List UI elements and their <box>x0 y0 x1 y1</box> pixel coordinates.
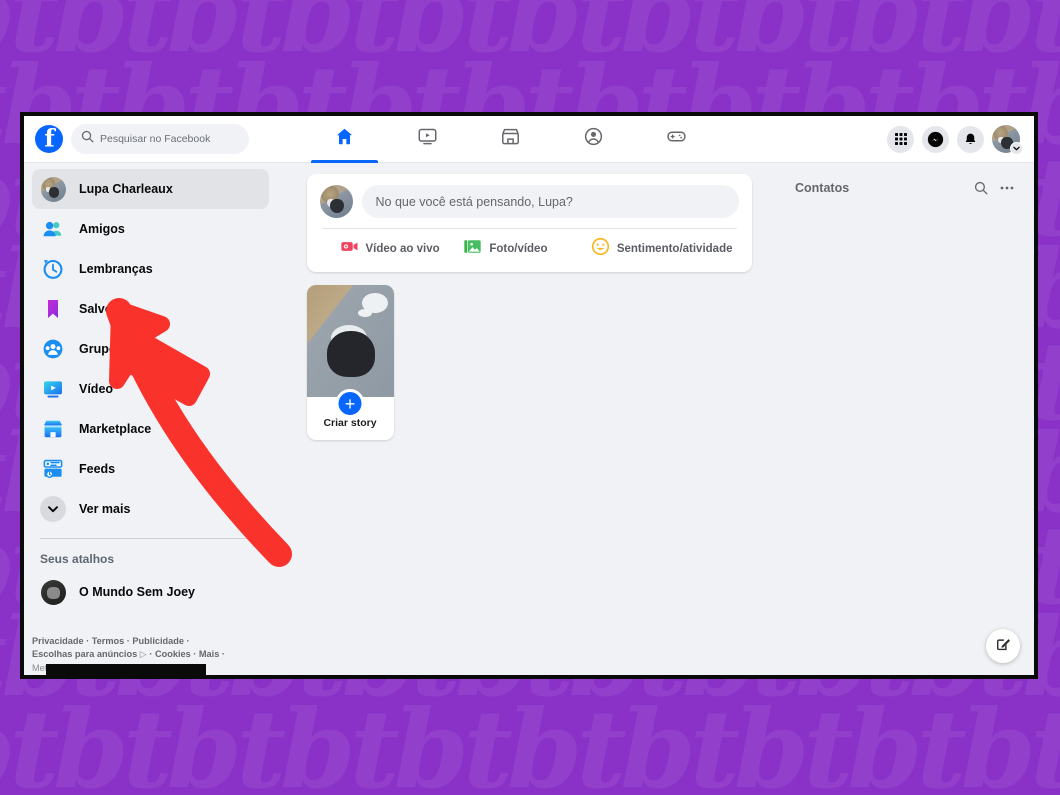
compose-icon <box>995 635 1012 657</box>
sidebar-item-friends[interactable]: Amigos <box>32 209 269 249</box>
app-content: Lupa Charleaux Amigos Lembranças Salvos … <box>24 163 1034 675</box>
footer-line-1-text: Privacidade · Termos · Publicidade · <box>32 635 190 646</box>
browser-window: Pesquisar no Facebook <box>20 112 1038 679</box>
tab-groups[interactable] <box>552 116 635 163</box>
search-icon[interactable] <box>968 175 994 201</box>
video-icon <box>417 126 438 152</box>
groups-icon <box>583 126 604 152</box>
cat-paw-shape <box>361 293 388 313</box>
photo-video-label: Foto/vídeo <box>489 243 548 255</box>
tab-video[interactable] <box>386 116 469 163</box>
composer-input[interactable]: No que você está pensando, Lupa? <box>361 185 739 218</box>
account-menu-button[interactable] <box>992 125 1023 155</box>
live-video-button[interactable]: Vídeo ao vivo <box>326 237 464 261</box>
footer-line-2-text: · Cookies · Mais · <box>149 649 225 660</box>
photo-video-icon <box>463 237 482 261</box>
tab-marketplace[interactable] <box>469 116 552 163</box>
sidebar-item-memories[interactable]: Lembranças <box>32 249 269 289</box>
avatar[interactable] <box>319 185 353 218</box>
chevron-down-icon <box>40 496 66 522</box>
post-composer: No que você está pensando, Lupa? Vídeo a… <box>306 174 752 272</box>
compose-fab-button[interactable] <box>986 629 1020 663</box>
marketplace-icon <box>500 126 521 152</box>
sidebar-item-feeds[interactable]: Feeds <box>32 449 269 489</box>
sidebar-item-label: Feeds <box>79 462 116 476</box>
friends-icon <box>40 216 66 242</box>
sidebar-item-label: Salvos <box>79 302 120 316</box>
sidebar-item-label: Grupos <box>79 342 124 356</box>
live-video-label: Vídeo ao vivo <box>365 243 440 255</box>
search-input[interactable]: Pesquisar no Facebook <box>71 124 249 154</box>
tab-gaming[interactable] <box>635 116 718 163</box>
more-horizontal-icon[interactable] <box>994 175 1020 201</box>
black-overlay-bar <box>46 664 206 675</box>
contacts-header: Contatos <box>795 173 1020 203</box>
feeds-icon <box>40 456 66 482</box>
facebook-top-bar: Pesquisar no Facebook <box>24 116 1034 163</box>
footer-line-2[interactable]: Escolhas para anúncios ▷ · Cookies · Mai… <box>32 648 257 661</box>
photo-video-button[interactable]: Foto/vídeo <box>463 237 590 261</box>
live-video-icon <box>340 237 359 261</box>
smiley-icon <box>591 237 610 261</box>
see-more-icon-wrap <box>40 496 66 522</box>
footer-line-1[interactable]: Privacidade · Termos · Publicidade · <box>32 635 257 648</box>
primary-nav-tabs <box>277 116 887 163</box>
left-sidebar: Lupa Charleaux Amigos Lembranças Salvos … <box>24 163 277 675</box>
ad-choices-icon: ▷ <box>139 649 147 660</box>
sidebar-item-label: Lembranças <box>79 262 153 276</box>
groups-icon <box>40 336 66 362</box>
marketplace-icon <box>40 416 66 442</box>
search-icon <box>81 130 94 148</box>
story-thumbnail <box>306 285 394 397</box>
grid-menu-icon[interactable] <box>887 125 914 153</box>
topbar-left-group: Pesquisar no Facebook <box>24 124 277 154</box>
composer-top-row: No que você está pensando, Lupa? <box>319 185 739 218</box>
sidebar-item-label: Lupa Charleaux <box>79 182 173 196</box>
sidebar-item-groups[interactable]: Grupos <box>32 329 269 369</box>
avatar-dark <box>40 579 66 605</box>
sidebar-item-label: Marketplace <box>79 422 152 436</box>
sidebar-item-profile[interactable]: Lupa Charleaux <box>32 169 269 209</box>
shortcut-label: O Mundo Sem Joey <box>79 585 195 599</box>
tab-home[interactable] <box>303 116 386 163</box>
shortcuts-heading: Seus atalhos <box>40 552 115 566</box>
gaming-icon <box>666 126 687 152</box>
composer-actions: Vídeo ao vivo Foto/vídeo Sentimento/ativ… <box>320 229 739 269</box>
footer-adchoices-text: Escolhas para anúncios <box>32 649 138 660</box>
saved-icon <box>40 296 66 322</box>
watermark-row: btbtbtbtbtbtbtbtbtbtbtbtbtbtbtbtbtbtbtbt… <box>0 687 1060 795</box>
feeling-activity-label: Sentimento/atividade <box>616 243 733 255</box>
bell-icon[interactable] <box>957 125 984 153</box>
composer-placeholder: No que você está pensando, Lupa? <box>375 194 573 209</box>
sidebar-item-see-more[interactable]: Ver mais <box>32 489 269 529</box>
stories-tray: + Criar story <box>306 285 752 440</box>
feed-column: No que você está pensando, Lupa? Vídeo a… <box>277 163 781 675</box>
sidebar-item-video[interactable]: Vídeo <box>32 369 269 409</box>
video-icon <box>40 376 66 402</box>
messenger-icon[interactable] <box>922 125 949 153</box>
create-story-label: Criar story <box>323 417 377 429</box>
feeling-activity-button[interactable]: Sentimento/atividade <box>591 237 733 261</box>
memories-icon <box>40 256 66 282</box>
shortcut-item[interactable]: O Mundo Sem Joey <box>32 572 269 612</box>
plus-icon[interactable]: + <box>335 389 365 418</box>
avatar <box>40 176 66 202</box>
contacts-title: Contatos <box>795 181 850 195</box>
home-icon <box>334 126 355 152</box>
sidebar-item-saved[interactable]: Salvos <box>32 289 269 329</box>
facebook-logo-icon[interactable] <box>35 125 63 153</box>
sidebar-item-marketplace[interactable]: Marketplace <box>32 409 269 449</box>
search-placeholder: Pesquisar no Facebook <box>100 133 211 145</box>
sidebar-item-label: Ver mais <box>79 502 131 516</box>
create-story-card[interactable]: + Criar story <box>306 285 394 440</box>
sidebar-item-label: Vídeo <box>79 382 114 396</box>
right-sidebar: Contatos <box>781 163 1034 675</box>
sidebar-item-label: Amigos <box>79 222 125 236</box>
chevron-down-icon <box>1010 142 1023 155</box>
topbar-right-group <box>887 125 1034 155</box>
cat-face-shape <box>326 331 375 377</box>
